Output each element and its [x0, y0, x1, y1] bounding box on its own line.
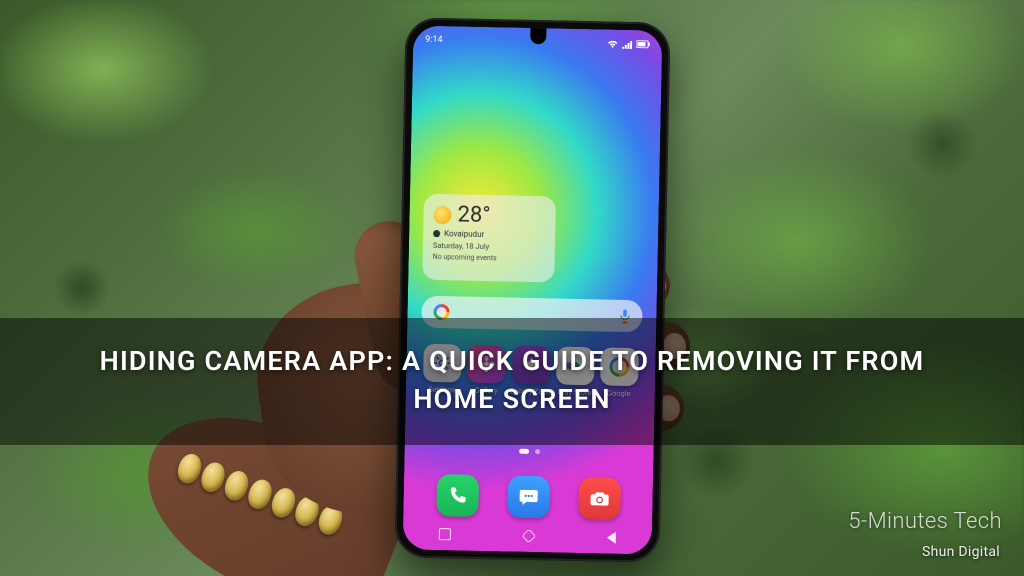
- headline-text: HIDING CAMERA APP: A QUICK GUIDE TO REMO…: [70, 342, 954, 419]
- nav-recent-icon[interactable]: [439, 528, 451, 540]
- dock-phone[interactable]: [433, 474, 482, 517]
- dock: [403, 473, 653, 520]
- location-pin-icon: [433, 230, 440, 237]
- status-time: 9:14: [425, 35, 443, 45]
- message-icon: [517, 486, 539, 508]
- nav-home-icon[interactable]: [522, 529, 536, 543]
- thumbnail-image: 9:14 28° Kovaipudur Saturday, 18 July No: [0, 0, 1024, 576]
- camera-icon: [588, 487, 610, 509]
- location-label: Kovaipudur: [444, 229, 484, 239]
- brand-watermark: Shun Digital: [922, 544, 1000, 560]
- headline-overlay: HIDING CAMERA APP: A QUICK GUIDE TO REMO…: [0, 318, 1024, 445]
- events-label: No upcoming events: [433, 253, 545, 263]
- phone-icon: [446, 484, 468, 506]
- dock-messages[interactable]: [504, 475, 553, 518]
- nav-back-icon[interactable]: [607, 532, 616, 544]
- sun-icon: [433, 205, 451, 223]
- video-watermark: 5-Minutes Tech: [848, 509, 1002, 534]
- phone-screen: 9:14 28° Kovaipudur Saturday, 18 July No: [403, 25, 663, 554]
- page-indicator: [519, 449, 540, 454]
- battery-icon: [636, 40, 650, 48]
- dock-camera[interactable]: [575, 477, 624, 520]
- temperature-value: 28: [457, 202, 482, 228]
- wifi-icon: [607, 39, 618, 48]
- weather-widget[interactable]: 28° Kovaipudur Saturday, 18 July No upco…: [422, 194, 556, 283]
- smartphone: 9:14 28° Kovaipudur Saturday, 18 July No: [394, 17, 670, 562]
- signal-icon: [622, 39, 632, 48]
- date-label: Saturday, 18 July: [433, 241, 545, 252]
